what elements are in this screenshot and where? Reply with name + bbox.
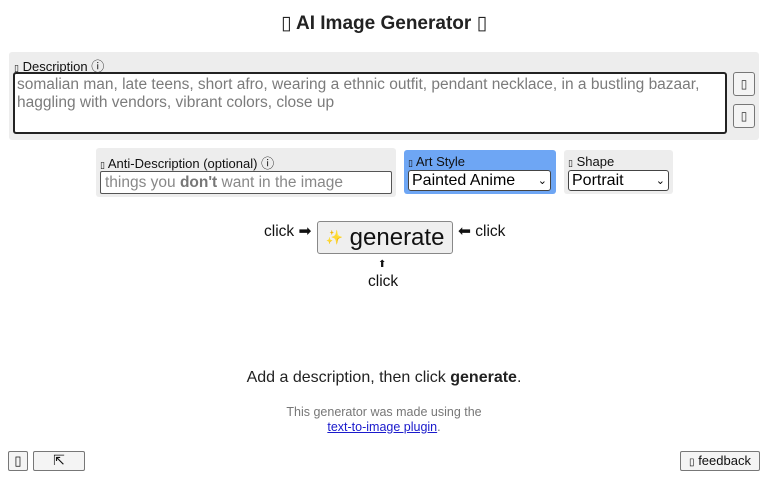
ban-icon: ▯ <box>100 161 105 171</box>
shape-label-row: ▯ Shape <box>568 154 614 169</box>
art-style-panel: ▯ Art Style Painted Anime ⌄ <box>404 150 556 194</box>
art-style-value: Painted Anime <box>412 172 516 189</box>
click-hint-right: ⬅ click <box>458 223 506 240</box>
shape-value: Portrait <box>572 172 624 189</box>
description-input[interactable]: somalian man, late teens, short afro, we… <box>13 72 727 134</box>
shuffle-icon: ▯ <box>740 77 748 91</box>
art-style-select[interactable]: Painted Anime ⌄ <box>408 170 551 191</box>
shuffle-button[interactable]: ▯ <box>733 72 755 96</box>
chevron-down-icon: ⌄ <box>537 174 547 187</box>
shape-select[interactable]: Portrait ⌄ <box>568 170 669 191</box>
status-pre: Add a description, then click <box>246 369 451 386</box>
placeholder-pre: things you <box>105 174 180 191</box>
art-style-label-row: ▯ Art Style <box>408 154 465 169</box>
expand-button[interactable]: ⇱ <box>33 451 85 471</box>
page-title: ▯ AI Image Generator ▯ <box>0 12 768 35</box>
page-title-text: AI Image Generator <box>296 13 472 34</box>
sparkle-icon: ▯ <box>476 12 488 34</box>
expand-icon: ⇱ <box>53 453 65 469</box>
shape-icon: ▯ <box>568 159 573 169</box>
anti-description-label-row: ▯ Anti-Description (optional) ⓘ <box>100 153 274 172</box>
anti-description-label: Anti-Description (optional) <box>107 156 258 171</box>
description-panel: ▯ Description ⓘ somalian man, late teens… <box>9 52 759 140</box>
palette-icon: ▯ <box>408 159 413 169</box>
placeholder-bold: don't <box>179 174 218 191</box>
up-arrow-icon: ⬆ <box>378 259 387 270</box>
sparkle-icon: ✨ <box>325 230 343 246</box>
chevron-down-icon: ⌄ <box>655 174 665 187</box>
generate-label: generate <box>349 224 445 251</box>
credit-line: This generator was made using the <box>286 405 482 419</box>
credit-text: This generator was made using the text-t… <box>0 405 768 435</box>
menu-button[interactable]: ▯ <box>8 451 28 471</box>
anti-description-panel: ▯ Anti-Description (optional) ⓘ things y… <box>96 148 396 197</box>
click-hint-left: click ➡ <box>264 223 312 240</box>
shape-panel: ▯ Shape Portrait ⌄ <box>564 150 673 194</box>
history-icon: ▯ <box>740 109 748 123</box>
info-icon[interactable]: ⓘ <box>261 157 274 172</box>
anti-description-input[interactable]: things you don't want in the image <box>100 171 392 194</box>
click-hint-below: click <box>368 273 399 290</box>
art-style-label: Art Style <box>415 154 465 169</box>
feedback-icon: ▯ <box>689 457 695 468</box>
history-button[interactable]: ▯ <box>733 104 755 128</box>
feedback-button[interactable]: ▯ feedback <box>680 451 760 471</box>
placeholder-post: want in the image <box>217 174 344 191</box>
generate-button[interactable]: ✨ generate <box>317 221 453 254</box>
feedback-label: feedback <box>698 453 751 468</box>
menu-icon: ▯ <box>14 453 22 468</box>
status-bold: generate <box>450 369 517 386</box>
sparkle-icon: ▯ <box>280 12 292 34</box>
shape-label: Shape <box>576 154 615 169</box>
plugin-link[interactable]: text-to-image plugin <box>327 420 437 434</box>
credit-post: . <box>437 420 441 434</box>
status-post: . <box>516 369 522 386</box>
status-message: Add a description, then click generate. <box>0 369 768 387</box>
